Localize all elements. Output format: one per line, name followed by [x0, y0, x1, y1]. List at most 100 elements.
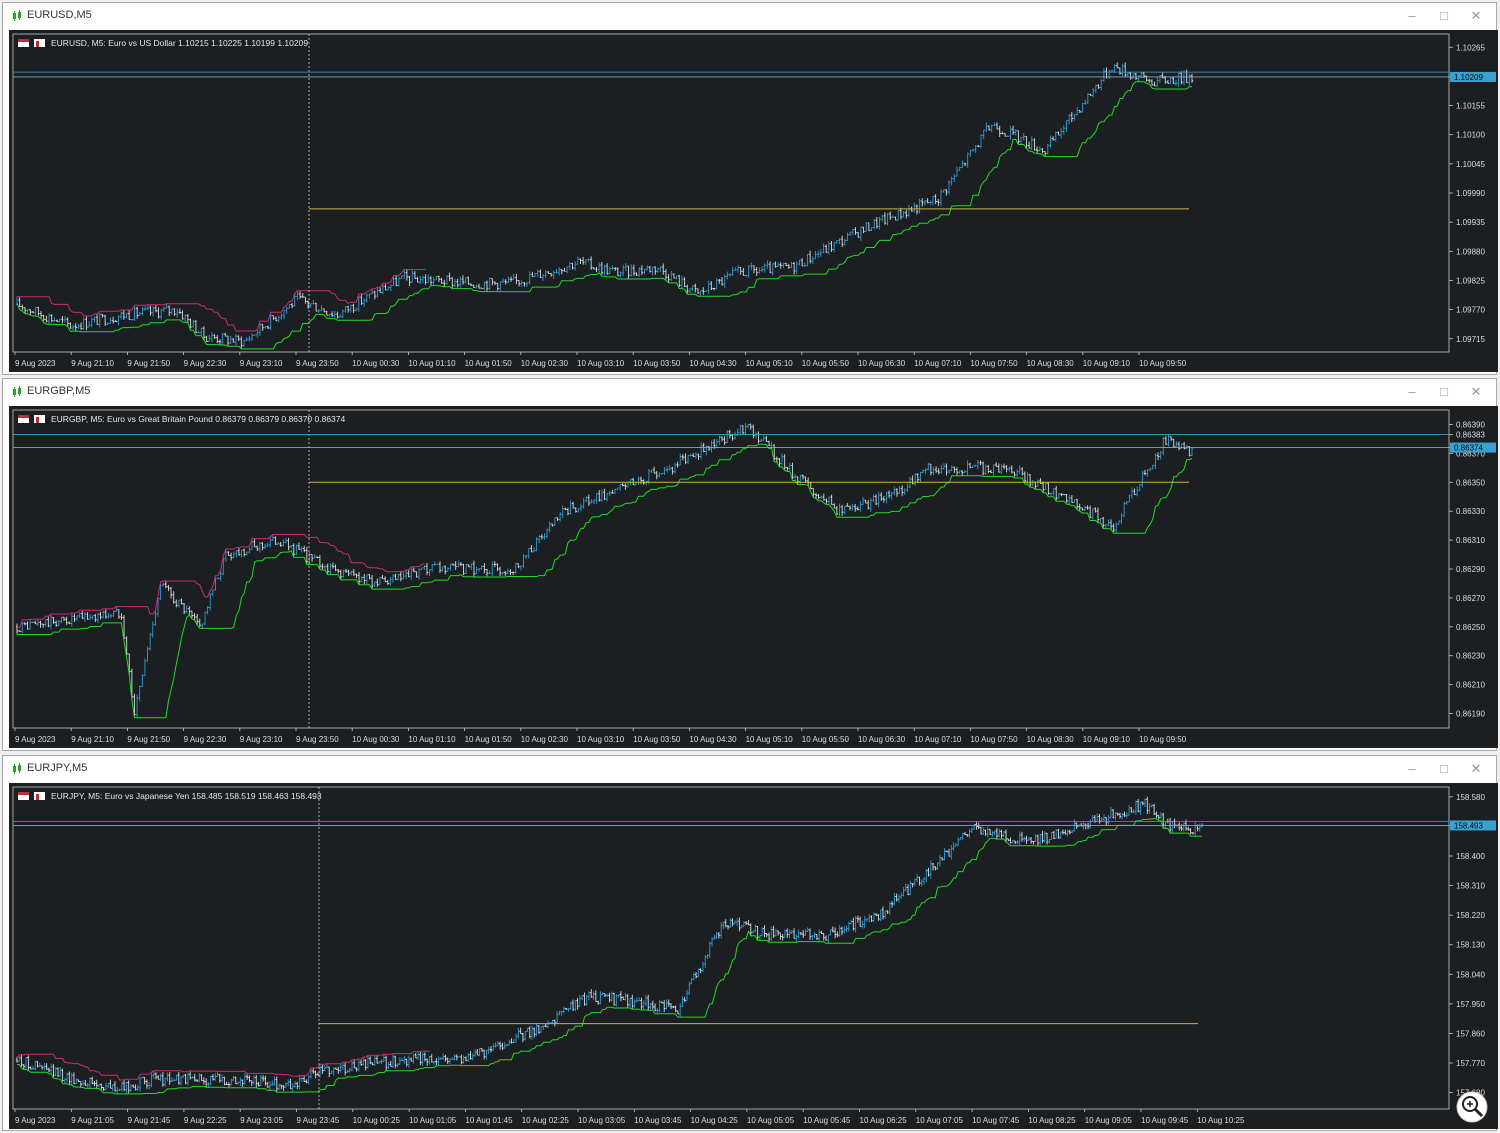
price-axis-label: 0.86250	[1456, 623, 1485, 632]
flag-icon-stripe	[18, 792, 29, 795]
signal-icon-bar	[36, 794, 39, 800]
close-button[interactable]: ✕	[1466, 7, 1486, 25]
time-axis-label: 9 Aug 21:50	[127, 359, 170, 368]
price-axis-label: 0.86190	[1456, 710, 1485, 719]
price-axis-label: 158.040	[1456, 970, 1485, 979]
time-axis-label: 10 Aug 07:50	[970, 735, 1018, 744]
time-axis-label: 10 Aug 03:10	[577, 735, 625, 744]
chart-window-eurusd[interactable]: EURUSD,M5 – □ ✕ EURUSD, M5: Euro vs US D…	[2, 2, 1498, 375]
time-axis-label: 10 Aug 04:30	[689, 359, 737, 368]
price-axis-label: 157.950	[1456, 1000, 1485, 1009]
time-axis-label: 10 Aug 08:30	[1027, 735, 1075, 744]
time-axis-label: 10 Aug 02:30	[521, 359, 569, 368]
time-axis-label: 9 Aug 22:30	[184, 359, 227, 368]
time-axis-label: 10 Aug 09:50	[1139, 359, 1187, 368]
price-axis-label: 0.86350	[1456, 478, 1485, 487]
chart-area[interactable]: EURGBP, M5: Euro vs Great Britain Pound …	[9, 406, 1498, 748]
time-axis-label: 10 Aug 06:25	[860, 1116, 908, 1125]
time-axis-label: 9 Aug 2023	[15, 735, 56, 744]
time-axis-label: 9 Aug 23:10	[240, 359, 283, 368]
current-price-label: 158.493	[1454, 821, 1483, 830]
time-axis-label: 10 Aug 03:50	[633, 735, 681, 744]
price-axis-label: 0.86390	[1456, 420, 1485, 429]
support-line	[16, 81, 1192, 350]
time-axis-label: 9 Aug 23:45	[297, 1116, 340, 1125]
time-axis-label: 10 Aug 10:25	[1197, 1116, 1245, 1125]
price-chart[interactable]: EURGBP, M5: Euro vs Great Britain Pound …	[9, 406, 1498, 748]
plot-frame	[12, 33, 1450, 353]
maximize-button[interactable]: □	[1434, 760, 1454, 778]
time-axis-label: 10 Aug 06:30	[858, 359, 906, 368]
candles-icon	[13, 386, 21, 397]
chart-header: EURJPY, M5: Euro vs Japanese Yen 158.485…	[51, 791, 322, 801]
time-axis-label: 10 Aug 00:30	[352, 359, 400, 368]
time-axis-label: 10 Aug 03:10	[577, 359, 625, 368]
chart-window-eurjpy[interactable]: EURJPY,M5 – □ ✕ EURJPY, M5: Euro vs Japa…	[2, 755, 1498, 1131]
time-axis-label: 9 Aug 22:30	[184, 735, 227, 744]
price-axis-label: 1.09770	[1456, 306, 1485, 315]
minimize-button[interactable]: –	[1402, 383, 1422, 401]
time-axis-label: 10 Aug 01:45	[465, 1116, 513, 1125]
flag-icon-stripe	[18, 39, 29, 42]
time-axis-label: 10 Aug 02:30	[521, 735, 569, 744]
chart-header: EURUSD, M5: Euro vs US Dollar 1.10215 1.…	[51, 38, 308, 48]
time-axis-label: 9 Aug 22:25	[184, 1116, 227, 1125]
price-axis-label: 1.09825	[1456, 276, 1485, 285]
time-axis-label: 10 Aug 03:05	[578, 1116, 626, 1125]
candles-icon	[13, 10, 21, 21]
time-axis-label: 9 Aug 21:50	[127, 735, 170, 744]
time-axis-label: 9 Aug 23:50	[296, 735, 339, 744]
chart-area[interactable]: EURJPY, M5: Euro vs Japanese Yen 158.485…	[9, 783, 1498, 1129]
maximize-button[interactable]: □	[1434, 383, 1454, 401]
price-axis-label: 157.860	[1456, 1029, 1485, 1038]
price-chart[interactable]: EURJPY, M5: Euro vs Japanese Yen 158.485…	[9, 783, 1498, 1129]
time-axis-label: 10 Aug 04:25	[691, 1116, 739, 1125]
maximize-button[interactable]: □	[1434, 7, 1454, 25]
minimize-button[interactable]: –	[1402, 7, 1422, 25]
current-price-label: 1.10209	[1454, 73, 1483, 82]
close-button[interactable]: ✕	[1466, 760, 1486, 778]
price-chart[interactable]: EURUSD, M5: Euro vs US Dollar 1.10215 1.…	[9, 30, 1498, 372]
time-axis-label: 9 Aug 23:50	[296, 359, 339, 368]
window-title: EURUSD,M5	[27, 9, 92, 21]
chart-window-eurgbp[interactable]: EURGBP,M5 – □ ✕ EURGBP, M5: Euro vs Grea…	[2, 378, 1498, 751]
time-axis-label: 10 Aug 07:05	[916, 1116, 964, 1125]
chart-area[interactable]: EURUSD, M5: Euro vs US Dollar 1.10215 1.…	[9, 30, 1498, 372]
time-axis-label: 10 Aug 05:10	[746, 359, 794, 368]
signal-icon	[34, 39, 45, 47]
time-axis-label: 10 Aug 05:10	[746, 735, 794, 744]
price-axis-label: 158.580	[1456, 793, 1485, 802]
time-axis-label: 10 Aug 00:25	[353, 1116, 401, 1125]
time-axis-label: 10 Aug 09:50	[1139, 735, 1187, 744]
window-titlebar[interactable]: EURGBP,M5 – □ ✕	[3, 379, 1496, 405]
time-axis-label: 10 Aug 05:05	[747, 1116, 795, 1125]
time-axis-label: 9 Aug 2023	[15, 359, 56, 368]
price-axis-label: 1.10100	[1456, 131, 1485, 140]
price-axis-label: 158.220	[1456, 911, 1485, 920]
window-titlebar[interactable]: EURUSD,M5 – □ ✕	[3, 3, 1496, 29]
time-axis-label: 9 Aug 21:45	[128, 1116, 171, 1125]
time-axis-label: 10 Aug 01:50	[465, 735, 513, 744]
time-axis-label: 10 Aug 08:25	[1028, 1116, 1076, 1125]
price-axis-label: 1.10155	[1456, 102, 1485, 111]
price-axis-label: 0.86330	[1456, 507, 1485, 516]
window-titlebar[interactable]: EURJPY,M5 – □ ✕	[3, 756, 1496, 782]
signal-icon-bar	[36, 41, 39, 47]
close-button[interactable]: ✕	[1466, 383, 1486, 401]
signal-icon-bar	[36, 417, 39, 423]
minimize-button[interactable]: –	[1402, 760, 1422, 778]
time-axis-label: 10 Aug 01:50	[465, 359, 513, 368]
time-axis-label: 10 Aug 09:10	[1083, 359, 1131, 368]
price-axis-label: 1.09990	[1456, 189, 1485, 198]
time-axis-label: 10 Aug 01:10	[408, 359, 456, 368]
time-axis-label: 9 Aug 21:05	[71, 1116, 114, 1125]
time-axis-label: 10 Aug 09:05	[1085, 1116, 1133, 1125]
time-axis-label: 10 Aug 07:50	[970, 359, 1018, 368]
plot-frame	[12, 786, 1450, 1110]
signal-icon	[34, 415, 45, 423]
price-axis-label: 0.86310	[1456, 536, 1485, 545]
price-axis-label: 157.770	[1456, 1059, 1485, 1068]
zoom-in-icon[interactable]	[1456, 1091, 1488, 1123]
time-axis-label: 10 Aug 09:10	[1083, 735, 1131, 744]
price-axis-label: 0.86290	[1456, 565, 1485, 574]
